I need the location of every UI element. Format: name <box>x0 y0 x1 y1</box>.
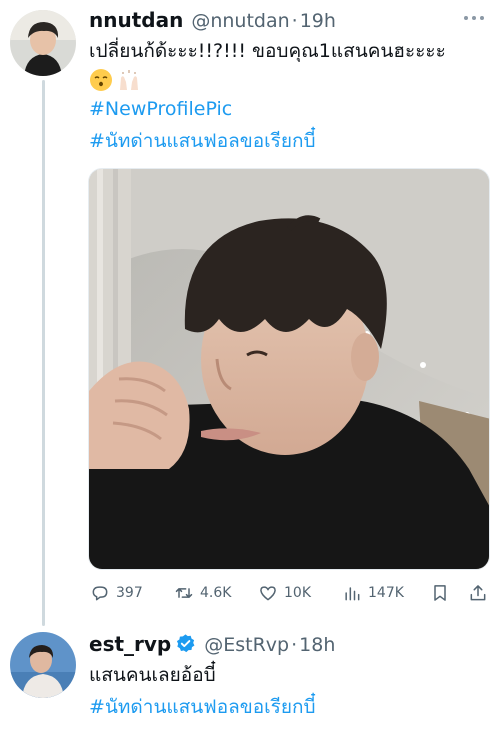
kissing-face-emoji <box>89 68 113 92</box>
bookmark-icon <box>434 585 446 601</box>
share-button[interactable] <box>468 583 494 603</box>
view-count: 147K <box>368 585 404 601</box>
display-name[interactable]: est_rvp <box>89 632 171 656</box>
hashtag-link[interactable]: #นัทด่านแสนฟอลขอเรียกบี๋ <box>89 128 316 154</box>
separator-dot: · <box>291 10 298 32</box>
retweet-count: 4.6K <box>200 585 232 601</box>
reply-count: 397 <box>116 585 143 601</box>
bar-chart-icon <box>345 587 360 601</box>
twitter-thread: nnutdan @nnutdan · 19h เปลี่ยนก้ด้ะะะ!!?… <box>0 0 500 732</box>
retweet-icon <box>175 588 193 598</box>
user-handle[interactable]: @EstRvp <box>204 634 289 656</box>
verified-badge-icon <box>175 633 196 654</box>
share-icon <box>470 585 486 601</box>
avatar[interactable] <box>10 632 76 698</box>
like-count: 10K <box>284 585 311 601</box>
timestamp[interactable]: 18h <box>299 634 335 656</box>
hashtag-link[interactable]: #นัทด่านแสนฟอลขอเรียกบี๋ <box>89 694 316 720</box>
timestamp[interactable]: 19h <box>300 10 336 32</box>
tweet-action-bar: 397 4.6K 10K 147K <box>88 580 488 606</box>
bookmark-button[interactable] <box>430 583 456 603</box>
tweet-photo[interactable] <box>88 168 490 570</box>
display-name[interactable]: nnutdan <box>89 8 183 32</box>
thread-connector-line <box>42 80 45 626</box>
user-handle[interactable]: @nnutdan <box>191 10 289 32</box>
separator-dot: · <box>291 634 298 656</box>
tweet-header: est_rvp @EstRvp · 18h <box>89 630 335 656</box>
heart-icon <box>260 586 276 601</box>
reply-icon <box>92 586 108 601</box>
tweet-text: แสนคนเลยอ้อบี๋ <box>89 664 216 686</box>
like-button[interactable]: 10K <box>258 583 311 603</box>
avatar[interactable] <box>10 10 76 76</box>
tweet-text: เปลี่ยนก้ด้ะะะ!!?!!! ขอบคุณ1แสนคนฮะะะะ <box>89 40 446 62</box>
hashtag-link[interactable]: #NewProfilePic <box>89 96 232 122</box>
views-button[interactable]: 147K <box>342 583 404 603</box>
reply-button[interactable]: 397 <box>90 583 143 603</box>
raising-hands-emoji <box>117 68 141 92</box>
tweet-header: nnutdan @nnutdan · 19h <box>89 8 336 32</box>
emoji-row <box>89 68 141 92</box>
more-options-icon[interactable] <box>464 10 484 26</box>
retweet-button[interactable]: 4.6K <box>174 583 231 603</box>
